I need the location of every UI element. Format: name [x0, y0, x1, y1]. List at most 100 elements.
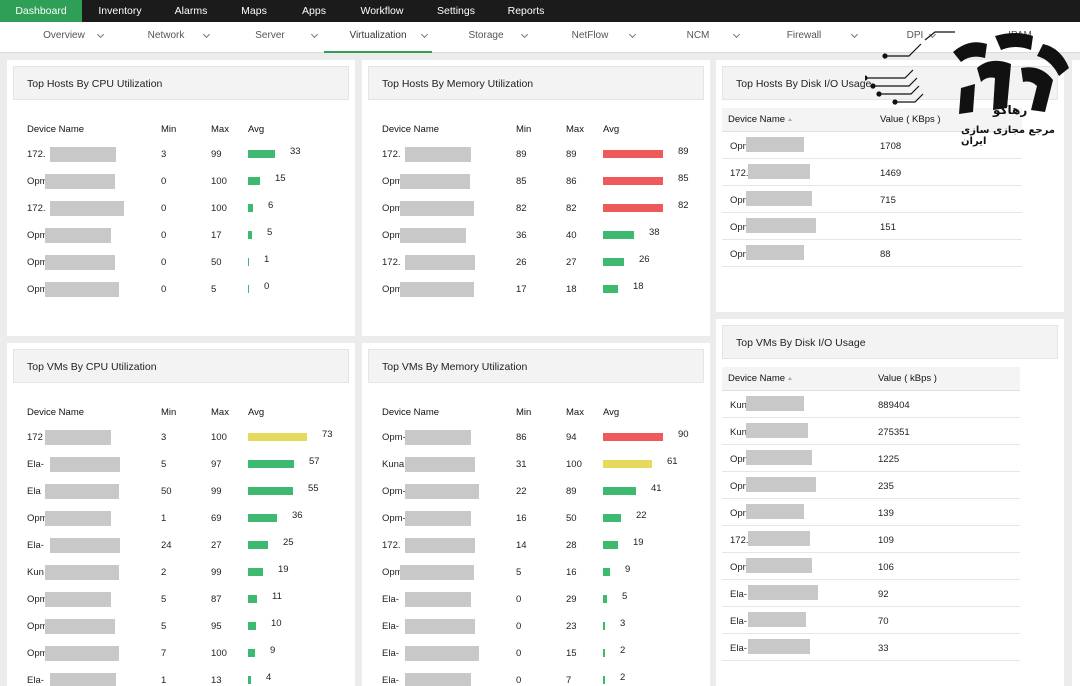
min-value: 86 — [516, 432, 527, 443]
top-nav-maps[interactable]: Maps — [224, 0, 284, 22]
avg-bar — [603, 487, 636, 495]
tab-virtualization[interactable]: Virtualization — [324, 22, 432, 53]
tab-storage[interactable]: Storage — [436, 22, 536, 53]
device-name: Ela- — [382, 594, 399, 605]
col-device-name[interactable]: Device Name — [728, 114, 793, 125]
tab-overview[interactable]: Overview — [14, 22, 114, 53]
top-nav-reports[interactable]: Reports — [492, 0, 560, 22]
avg-value: 41 — [651, 483, 662, 494]
chevron-down-icon — [520, 30, 529, 39]
tab-ncm[interactable]: NCM — [648, 22, 748, 53]
min-value: 0 — [161, 203, 167, 214]
device-name: Ela- — [730, 589, 747, 600]
table-row[interactable]: Opm 88 — [722, 240, 1022, 267]
max-value: 89 — [566, 149, 577, 160]
value: 1469 — [880, 168, 902, 179]
avg-bar — [603, 595, 607, 603]
value: 139 — [878, 508, 894, 519]
table-row[interactable]: 172. 109 — [722, 526, 1020, 553]
redaction-mask — [45, 174, 115, 189]
tab-network[interactable]: Network — [116, 22, 216, 53]
table-row[interactable]: Opm 106 — [722, 553, 1020, 580]
max-value: 40 — [566, 230, 577, 241]
value: 151 — [880, 222, 896, 233]
top-nav-dashboard[interactable]: Dashboard — [0, 0, 82, 22]
device-name: Ela- — [730, 643, 747, 654]
table-row[interactable]: Ela- 70 — [722, 607, 1020, 634]
avg-bar — [248, 258, 249, 266]
sort-icon — [788, 376, 793, 380]
device-name: 172. — [382, 257, 401, 268]
device-name: 172. — [730, 535, 749, 546]
top-nav-inventory[interactable]: Inventory — [82, 0, 158, 22]
max-value: 69 — [211, 513, 222, 524]
min-value: 16 — [516, 513, 527, 524]
redaction-mask — [45, 565, 119, 580]
redaction-mask — [45, 430, 111, 445]
avg-bar — [248, 487, 293, 495]
table-row[interactable]: Ela- 92 — [722, 580, 1020, 607]
col-device-name: Device Name — [27, 407, 85, 418]
table-row[interactable]: Opn 1225 — [722, 445, 1020, 472]
table-row[interactable]: Opm 715 — [722, 186, 1022, 213]
top-nav-settings[interactable]: Settings — [420, 0, 492, 22]
redaction-mask — [45, 484, 119, 499]
avg-bar — [603, 622, 605, 630]
tab-label: Virtualization — [349, 30, 407, 41]
avg-bar — [603, 150, 663, 158]
avg-value: 19 — [278, 564, 289, 575]
sort-icon — [788, 117, 793, 121]
tab-label: NetFlow — [571, 30, 609, 41]
min-value: 7 — [161, 648, 167, 659]
chevron-down-icon — [96, 30, 105, 39]
min-value: 0 — [516, 675, 522, 686]
redaction-mask — [45, 228, 111, 243]
table-row[interactable]: Opm 235 — [722, 472, 1020, 499]
col-device-name[interactable]: Device Name — [728, 373, 793, 384]
avg-value: 11 — [272, 591, 282, 602]
table-row[interactable]: 172. 1469 — [722, 159, 1022, 186]
min-value: 2 — [161, 567, 167, 578]
avg-bar — [603, 676, 605, 684]
top-nav-alarms[interactable]: Alarms — [158, 0, 224, 22]
table-row[interactable]: Opm 139 — [722, 499, 1020, 526]
min-value: 0 — [161, 284, 167, 295]
value: 70 — [878, 616, 889, 627]
max-value: 23 — [566, 621, 577, 632]
chevron-down-icon — [628, 30, 637, 39]
avg-bar — [248, 204, 253, 212]
max-value: 7 — [566, 675, 572, 686]
table-row[interactable]: Ela- 33 — [722, 634, 1020, 661]
redaction-mask — [405, 619, 475, 634]
avg-value: 38 — [649, 227, 660, 238]
table-row[interactable]: Kun 275351 — [722, 418, 1020, 445]
redaction-mask — [400, 201, 474, 216]
max-value: 13 — [211, 675, 222, 686]
top-nav-apps[interactable]: Apps — [284, 0, 344, 22]
value: 92 — [878, 589, 889, 600]
col-label: Device Name — [728, 373, 786, 384]
table-row[interactable]: Opm 151 — [722, 213, 1022, 240]
device-name: Ela- — [382, 675, 399, 686]
col-max: Max — [211, 124, 229, 135]
value: 1225 — [878, 454, 900, 465]
table-row[interactable]: Kun 889404 — [722, 391, 1020, 418]
top-nav-workflow[interactable]: Workflow — [344, 0, 420, 22]
tab-label: Firewall — [786, 30, 822, 41]
avg-bar — [603, 568, 610, 576]
tab-firewall[interactable]: Firewall — [754, 22, 859, 53]
avg-value: 3 — [620, 618, 626, 629]
brand-logo: رهاکو مرجع مجازی سازی ایران — [862, 28, 1080, 150]
tab-server[interactable]: Server — [220, 22, 320, 53]
device-name: Ela- — [27, 459, 44, 470]
col-max: Max — [566, 124, 584, 135]
chevron-down-icon — [850, 30, 859, 39]
widget-title: Top VMs By CPU Utilization — [13, 349, 349, 383]
avg-bar — [603, 177, 663, 185]
redaction-mask — [45, 646, 119, 661]
device-name: 172. — [27, 203, 46, 214]
avg-value: 2 — [620, 672, 626, 683]
tab-netflow[interactable]: NetFlow — [540, 22, 640, 53]
col-device-name: Device Name — [382, 124, 440, 135]
tab-label: Storage — [468, 30, 504, 41]
